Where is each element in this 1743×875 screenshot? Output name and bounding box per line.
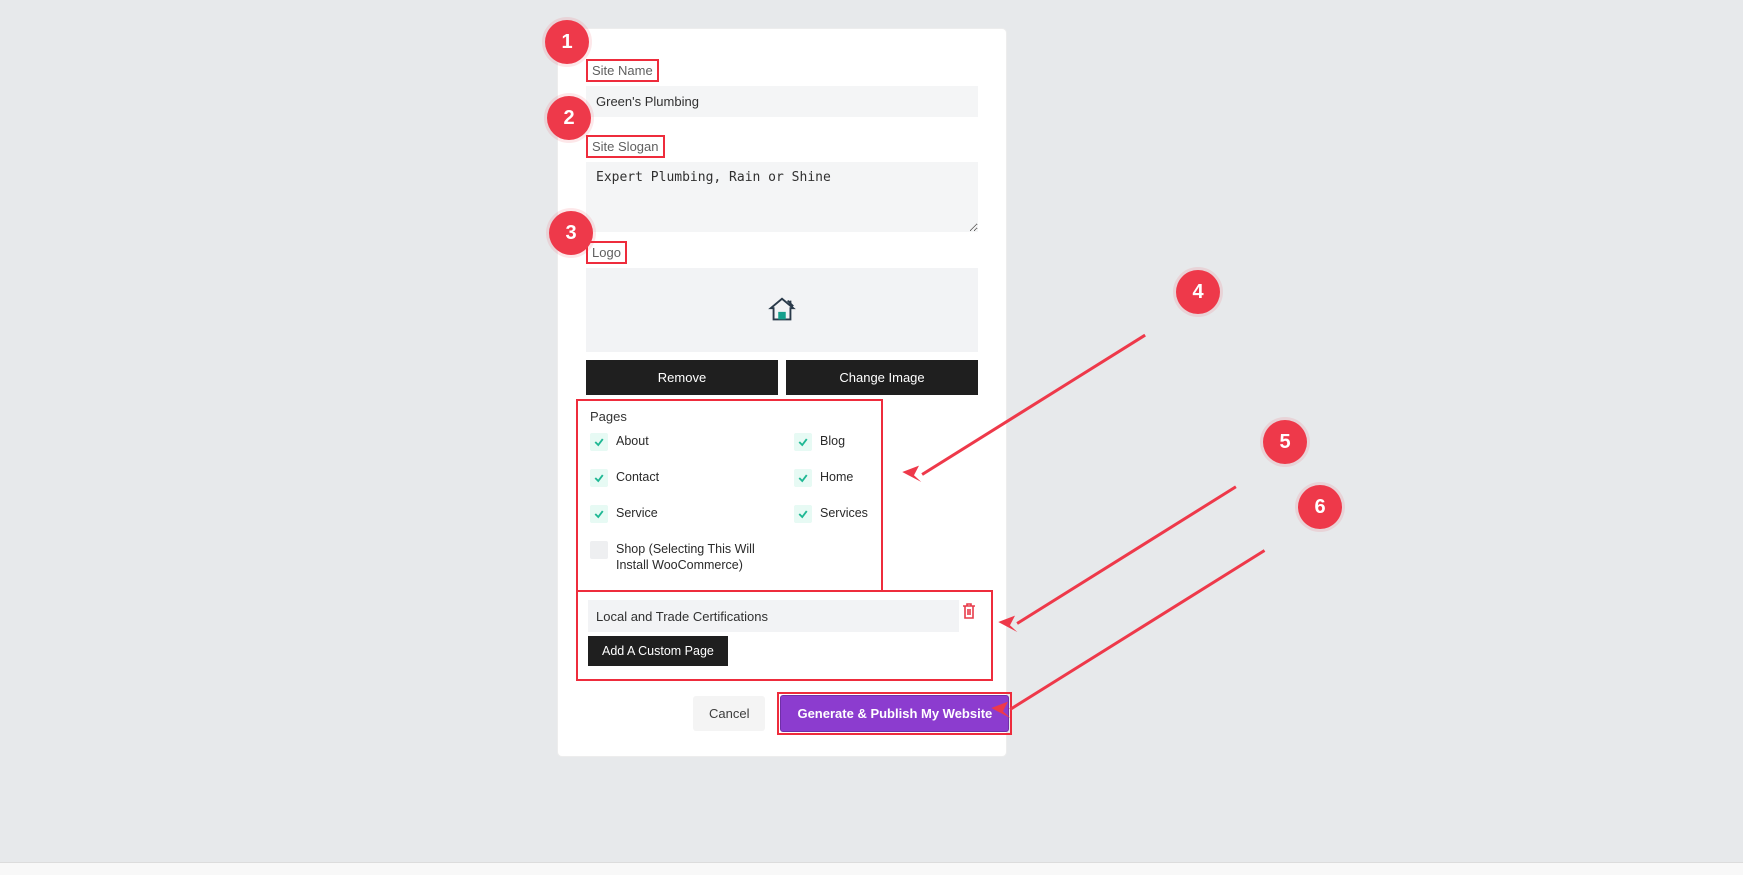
page-label-service: Service xyxy=(616,505,658,521)
page-checkbox-blog[interactable]: Blog xyxy=(794,433,884,451)
arrow-head-icon xyxy=(987,697,1015,725)
page-checkbox-home[interactable]: Home xyxy=(794,469,884,487)
frame-edge xyxy=(0,862,1743,875)
generate-highlight: Generate & Publish My Website xyxy=(777,692,1012,735)
check-icon xyxy=(590,469,608,487)
page-label-services: Services xyxy=(820,505,868,521)
check-icon xyxy=(590,505,608,523)
check-icon xyxy=(794,433,812,451)
check-icon xyxy=(590,541,608,559)
page-label-about: About xyxy=(616,433,649,449)
site-name-label: Site Name xyxy=(586,59,659,82)
annotation-arrow-5 xyxy=(1016,485,1236,624)
annotation-badge-2: 2 xyxy=(547,96,591,140)
house-plumbing-icon xyxy=(767,295,797,325)
pages-label: Pages xyxy=(590,409,627,424)
custom-page-section: Add A Custom Page xyxy=(576,590,993,681)
cancel-button[interactable]: Cancel xyxy=(693,696,765,731)
remove-button[interactable]: Remove xyxy=(586,360,778,395)
annotation-badge-5: 5 xyxy=(1263,420,1307,464)
page-checkbox-shop[interactable]: Shop (Selecting This Will Install WooCom… xyxy=(590,541,794,573)
annotation-arrow-6 xyxy=(1009,549,1265,710)
arrow-head-icon xyxy=(898,461,926,489)
generate-publish-button[interactable]: Generate & Publish My Website xyxy=(780,695,1009,732)
change-image-button[interactable]: Change Image xyxy=(786,360,978,395)
logo-label: Logo xyxy=(586,241,627,264)
annotation-badge-3: 3 xyxy=(549,211,593,255)
page-label-home: Home xyxy=(820,469,853,485)
custom-page-input[interactable] xyxy=(588,600,959,632)
page-label-blog: Blog xyxy=(820,433,845,449)
trash-icon[interactable] xyxy=(961,602,977,620)
arrow-head-icon xyxy=(994,611,1022,639)
annotation-badge-6: 6 xyxy=(1298,485,1342,529)
page-label-shop: Shop (Selecting This Will Install WooCom… xyxy=(616,541,766,573)
annotation-badge-4: 4 xyxy=(1176,270,1220,314)
page-checkbox-contact[interactable]: Contact xyxy=(590,469,794,487)
page-checkbox-services[interactable]: Services xyxy=(794,505,884,523)
stage: { "labels":{ "site_name":"Site Name", "s… xyxy=(0,0,1743,875)
check-icon xyxy=(590,433,608,451)
footer-actions: Cancel Generate & Publish My Website xyxy=(693,692,1012,735)
annotation-badge-1: 1 xyxy=(545,20,589,64)
check-icon xyxy=(794,505,812,523)
add-custom-page-button[interactable]: Add A Custom Page xyxy=(588,636,728,666)
check-icon xyxy=(794,469,812,487)
page-label-contact: Contact xyxy=(616,469,659,485)
page-checkbox-service[interactable]: Service xyxy=(590,505,794,523)
page-checkbox-about[interactable]: About xyxy=(590,433,794,451)
pages-section: Pages About Blog Contact Home Service xyxy=(576,399,883,592)
site-slogan-label: Site Slogan xyxy=(586,135,665,158)
site-name-input[interactable] xyxy=(586,86,978,117)
site-slogan-input[interactable]: Expert Plumbing, Rain or Shine xyxy=(586,162,978,232)
logo-preview xyxy=(586,268,978,352)
